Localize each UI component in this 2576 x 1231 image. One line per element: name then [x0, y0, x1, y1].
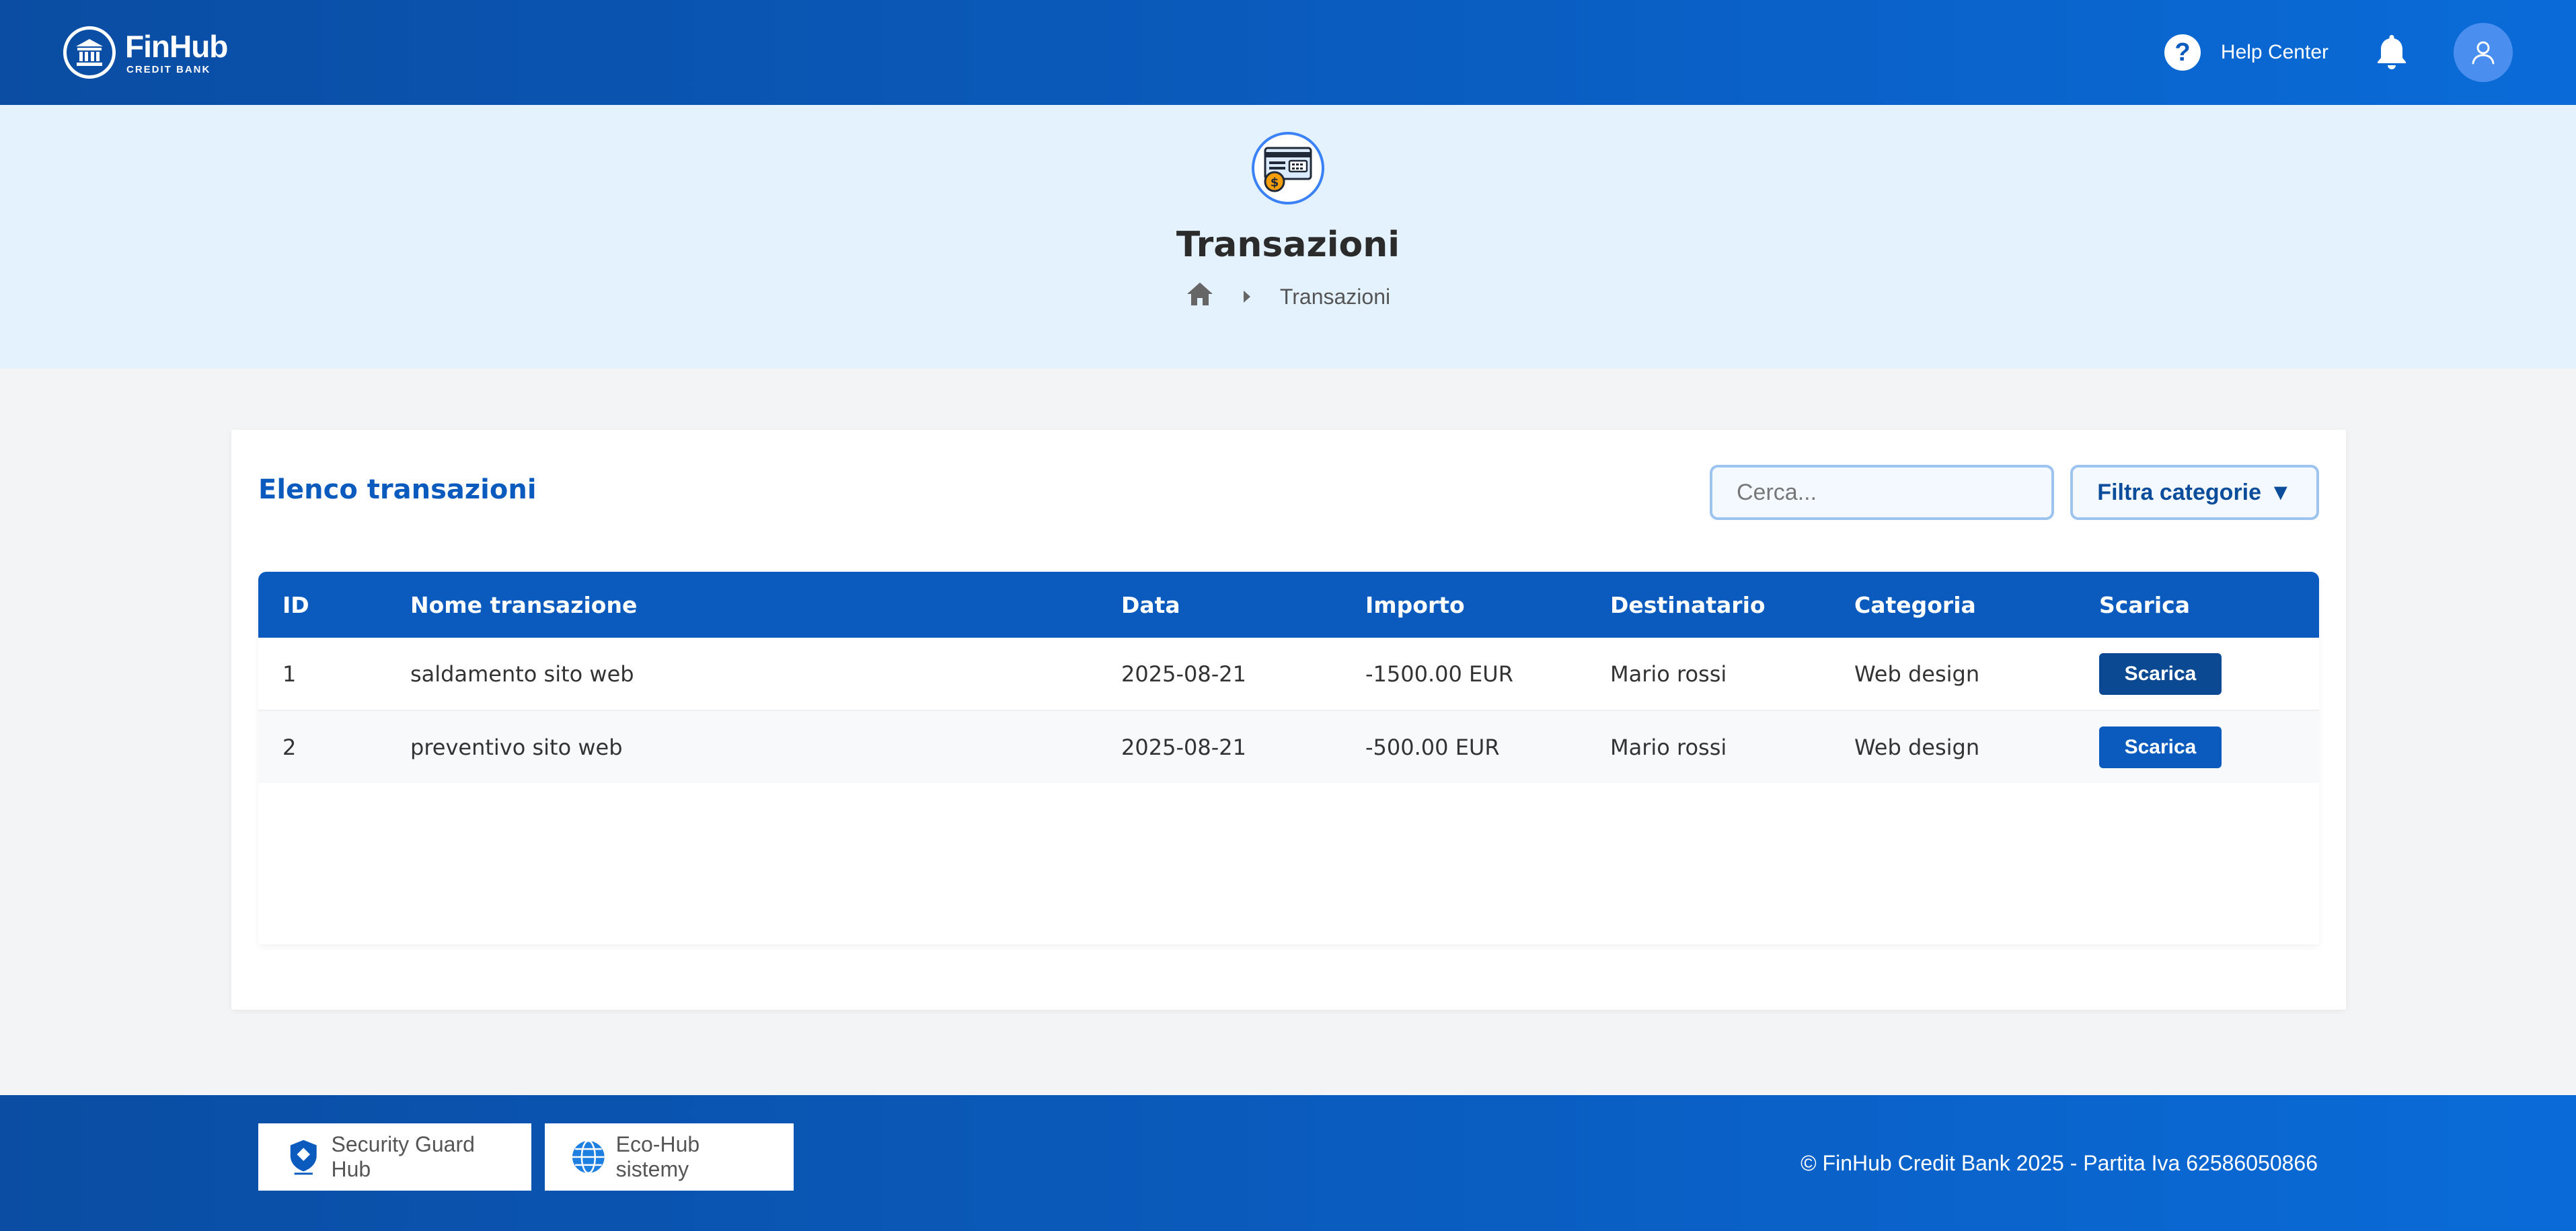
partner-security-guard-hub[interactable]: Security Guard Hub	[258, 1123, 531, 1191]
brand-name: FinHub	[125, 28, 228, 64]
column-header-download[interactable]: Scarica	[2075, 572, 2319, 638]
cell-recipient: Mario rossi	[1586, 710, 1830, 783]
brand-subtitle: CREDIT BANK	[126, 63, 211, 75]
column-header-recipient[interactable]: Destinatario	[1586, 572, 1830, 638]
column-header-amount[interactable]: Importo	[1341, 572, 1586, 638]
column-header-category[interactable]: Categoria	[1830, 572, 2075, 638]
cell-id: 2	[258, 710, 386, 783]
svg-text:$: $	[1271, 176, 1279, 190]
cell-amount: -500.00 EUR	[1341, 710, 1586, 783]
download-button[interactable]: Scarica	[2099, 726, 2222, 768]
help-icon: ?	[2164, 34, 2201, 71]
cell-date: 2025-08-21	[1097, 638, 1341, 711]
cell-download: Scarica	[2075, 710, 2319, 783]
bell-icon[interactable]	[2374, 33, 2409, 72]
page-hero: $ Transazioni Transazioni	[0, 105, 2576, 369]
breadcrumb: Transazioni	[1186, 281, 1390, 312]
copyright-text: © FinHub Credit Bank 2025 - Partita Iva …	[1801, 1150, 2318, 1175]
table-row: 2 preventivo sito web 2025-08-21 -500.00…	[258, 710, 2319, 783]
transactions-card: Elenco transazioni Filtra categorie ▼ ID…	[231, 430, 2346, 1010]
table-header-row: ID Nome transazione Data Importo Destina…	[258, 572, 2319, 638]
shield-icon	[290, 1140, 317, 1175]
partner-label: Security Guard Hub	[331, 1132, 475, 1181]
cell-name: preventivo sito web	[386, 710, 1097, 783]
cell-amount: -1500.00 EUR	[1341, 638, 1586, 711]
help-center-label: Help Center	[2220, 41, 2328, 63]
page-title: Transazioni	[1176, 225, 1400, 265]
user-avatar[interactable]	[2454, 23, 2513, 82]
column-header-date[interactable]: Data	[1097, 572, 1341, 638]
search-input[interactable]	[1710, 465, 2054, 520]
cell-id: 1	[258, 638, 386, 711]
transactions-table: ID Nome transazione Data Importo Destina…	[258, 572, 2319, 783]
chevron-down-icon: ▼	[2269, 479, 2292, 505]
filter-label: Filtra categorie	[2097, 479, 2262, 505]
bank-icon	[63, 26, 116, 79]
cell-download: Scarica	[2075, 638, 2319, 711]
globe-icon	[572, 1140, 605, 1174]
column-header-name[interactable]: Nome transazione	[386, 572, 1097, 638]
download-button[interactable]: Scarica	[2099, 652, 2222, 695]
partner-label: Eco-Hub sistemy	[615, 1132, 700, 1181]
filter-categories-button[interactable]: Filtra categorie ▼	[2070, 465, 2319, 520]
breadcrumb-current: Transazioni	[1279, 284, 1391, 309]
help-center-link[interactable]: ? Help Center	[2164, 34, 2328, 71]
cell-name: saldamento sito web	[386, 638, 1097, 711]
user-icon	[2472, 41, 2495, 65]
table-row: 1 saldamento sito web 2025-08-21 -1500.0…	[258, 638, 2319, 711]
cell-recipient: Mario rossi	[1586, 638, 1830, 711]
brand-logo[interactable]: FinHub CREDIT BANK	[63, 26, 228, 79]
cell-category: Web design	[1830, 710, 2075, 783]
top-navbar: FinHub CREDIT BANK ? Help Center	[0, 0, 2576, 105]
partner-eco-hub[interactable]: Eco-Hub sistemy	[545, 1123, 794, 1191]
cell-date: 2025-08-21	[1097, 710, 1341, 783]
section-title: Elenco transazioni	[258, 474, 537, 505]
transactions-icon: $	[1252, 132, 1324, 204]
home-icon[interactable]	[1186, 281, 1214, 312]
footer: Security Guard Hub Eco-Hub sistemy © Fin…	[0, 1095, 2576, 1231]
chevron-right-icon	[1243, 291, 1250, 303]
transactions-table-container: ID Nome transazione Data Importo Destina…	[258, 572, 2319, 944]
column-header-id[interactable]: ID	[258, 572, 386, 638]
cell-category: Web design	[1830, 638, 2075, 711]
